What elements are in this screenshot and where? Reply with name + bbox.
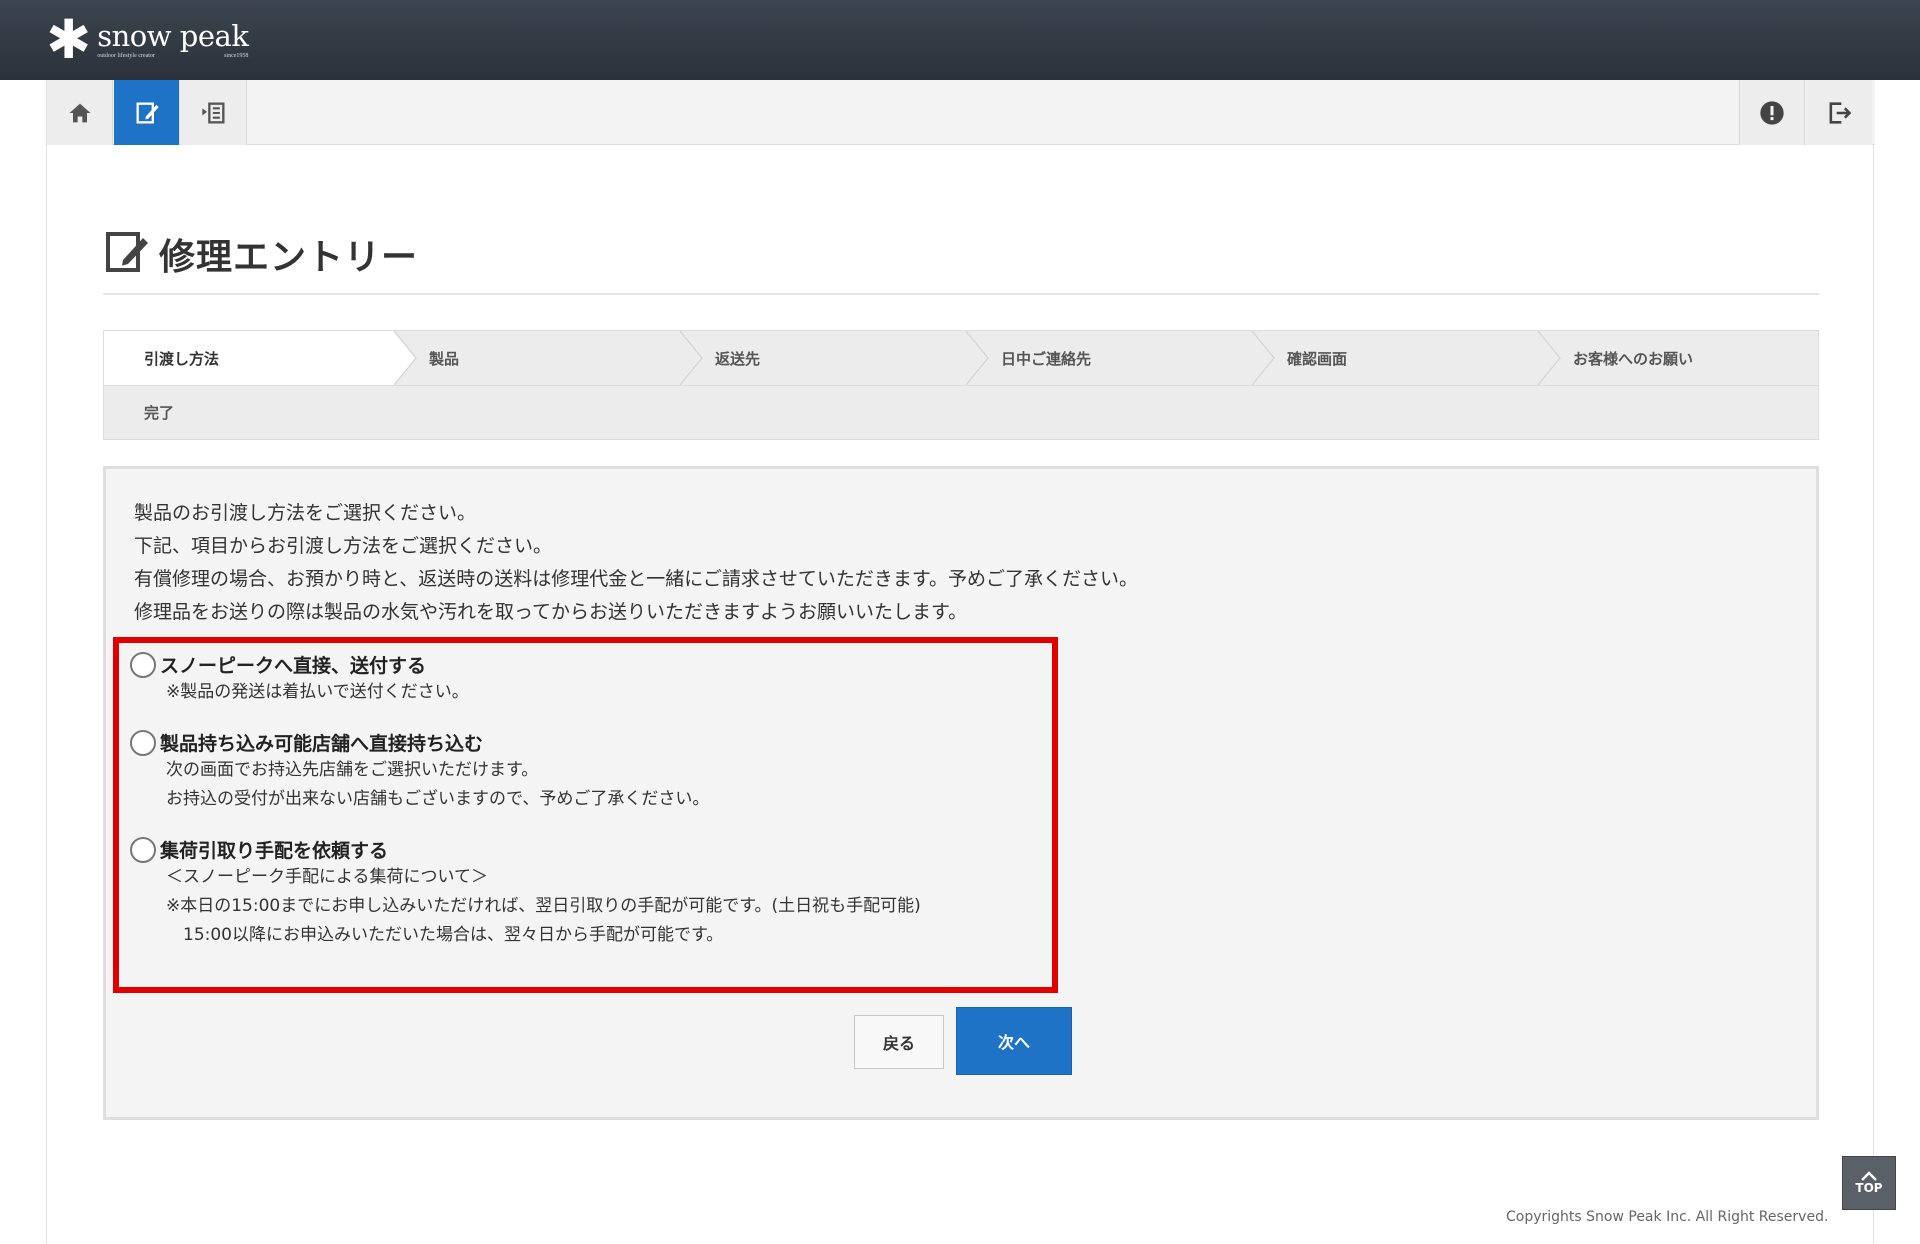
step-arrow-icon — [966, 331, 989, 385]
step-confirmation: 確認画面 — [1287, 349, 1348, 368]
step-arrow-icon — [680, 331, 703, 385]
chevron-up-icon — [1861, 1171, 1877, 1181]
top-header: ✱ snow peak outdoor lifestyle creator si… — [0, 0, 1920, 80]
logout-button[interactable] — [1806, 80, 1872, 145]
title-divider — [103, 293, 1819, 295]
content-frame: 修理エントリー 引渡し方法 製品 返送先 日中ご連絡先 確認画面 お客様へのお願… — [46, 80, 1875, 1244]
step-complete: 完了 — [104, 385, 1818, 439]
step-return-address: 返送先 — [715, 349, 761, 368]
option-bring-to-store[interactable]: 製品持ち込み可能店舗へ直接持ち込む 次の画面でお持込先店舗をご選択いただけます。… — [130, 729, 709, 814]
progress-steps: 引渡し方法 製品 返送先 日中ご連絡先 確認画面 お客様へのお願い 完了 — [103, 330, 1819, 440]
page-title: 修理エントリー — [103, 228, 418, 280]
step-arrow-icon — [1538, 331, 1561, 385]
snowflake-logo-icon: ✱ — [46, 8, 92, 71]
notice-button[interactable] — [1739, 80, 1805, 145]
intro-text: 製品のお引渡し方法をご選択ください。 下記、項目からお引渡し方法をご選択ください… — [134, 502, 1138, 623]
step-daytime-contact: 日中ご連絡先 — [1001, 349, 1092, 368]
next-button[interactable]: 次へ — [956, 1007, 1072, 1075]
snow-peak-logo[interactable]: ✱ snow peak outdoor lifestyle creator si… — [46, 8, 249, 71]
edit-entry-icon — [103, 228, 151, 280]
step-customer-request: お客様へのお願い — [1573, 349, 1694, 368]
home-icon — [69, 103, 90, 122]
step-delivery-method: 引渡し方法 — [104, 331, 394, 385]
home-button[interactable] — [47, 80, 113, 145]
alert-icon — [1760, 100, 1784, 125]
scroll-to-top-button[interactable]: TOP — [1842, 1156, 1896, 1210]
brand-name: snow peak — [97, 18, 249, 53]
repair-entry-button[interactable] — [114, 80, 180, 145]
brand-tagline: outdoor lifestyle creator since1958 — [97, 52, 249, 59]
option-send-direct[interactable]: スノーピークへ直接、送付する ※製品の発送は着払いで送付ください。 — [130, 651, 469, 707]
step-arrow-icon — [394, 331, 417, 385]
page-title-text: 修理エントリー — [159, 237, 419, 278]
radio-request-pickup[interactable] — [130, 836, 156, 863]
toolbar — [47, 80, 1875, 145]
logout-icon — [1829, 101, 1852, 124]
option-request-pickup[interactable]: 集荷引取り手配を依頼する ＜スノーピーク手配による集荷について＞ ※本日の15:… — [130, 836, 921, 950]
radio-bring-to-store[interactable] — [130, 729, 156, 756]
edit-entry-icon — [136, 102, 159, 123]
copyright: Copyrights Snow Peak Inc. All Right Rese… — [1506, 1209, 1829, 1225]
delivery-method-panel: 製品のお引渡し方法をご選択ください。 下記、項目からお引渡し方法をご選択ください… — [103, 466, 1819, 1120]
step-product: 製品 — [429, 349, 460, 368]
radio-send-direct[interactable] — [130, 651, 156, 678]
history-list-icon — [201, 102, 224, 123]
back-button[interactable]: 戻る — [854, 1015, 944, 1069]
step-arrow-icon — [1252, 331, 1275, 385]
history-button[interactable] — [181, 80, 247, 145]
